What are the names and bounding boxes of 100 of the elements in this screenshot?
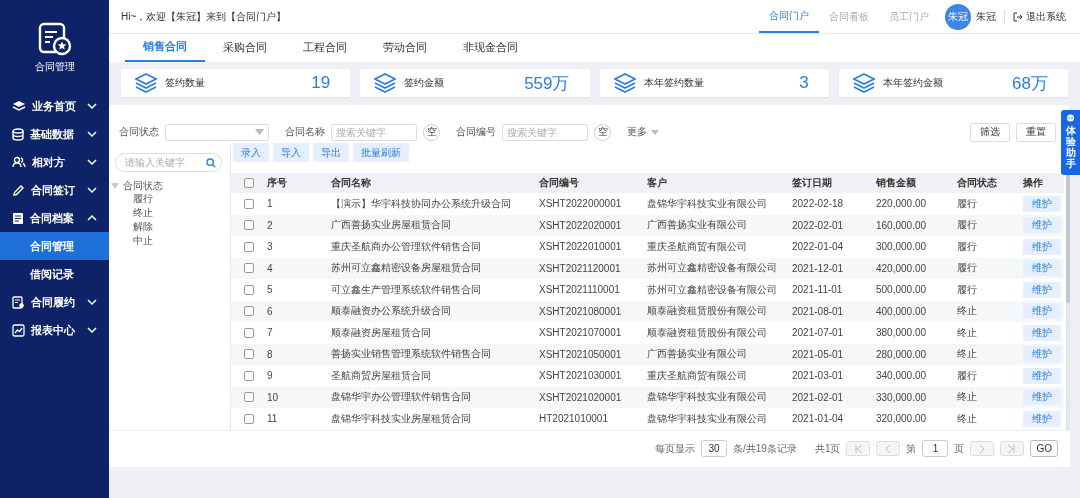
user-avatar: 朱冠 bbox=[945, 3, 971, 30]
skip-start-icon bbox=[853, 443, 864, 454]
tree-node[interactable]: 解除 bbox=[133, 220, 230, 234]
tree-node[interactable]: 终止 bbox=[133, 206, 230, 220]
table-cell-text: 4 bbox=[267, 262, 274, 274]
stat-value: 68万 bbox=[1012, 72, 1048, 95]
submenu-item[interactable]: 合同管理 bbox=[0, 232, 109, 260]
search-field[interactable]: 搜索关键字 bbox=[331, 123, 417, 141]
column-header: 合同名称 bbox=[331, 176, 372, 190]
table-cell-text: 2021-02-01 bbox=[792, 391, 845, 403]
menu-icon bbox=[12, 295, 25, 309]
row-checkbox[interactable] bbox=[244, 370, 254, 381]
row-checkbox[interactable] bbox=[244, 349, 254, 360]
select-all-checkbox[interactable] bbox=[244, 178, 254, 188]
table-cell-text: 顺泰融资办公系统升级合同 bbox=[331, 304, 452, 319]
menu-item[interactable]: 合同履约 bbox=[0, 288, 109, 316]
toolbar-button[interactable]: 录入 bbox=[233, 143, 269, 162]
maintain-button[interactable]: 维护 bbox=[1023, 346, 1061, 363]
maintain-button[interactable]: 维护 bbox=[1023, 324, 1061, 341]
menu-icon bbox=[12, 127, 24, 141]
row-checkbox[interactable] bbox=[244, 327, 254, 338]
clear-button[interactable]: 空 bbox=[423, 123, 440, 141]
column-header: 操作 bbox=[1023, 176, 1044, 190]
app-title: 合同管理 bbox=[34, 60, 75, 74]
maintain-button[interactable]: 维护 bbox=[1023, 281, 1061, 298]
table-cell-text: 苏州可立鑫精密设备有限公司 bbox=[647, 282, 778, 297]
contract-tab[interactable]: 劳动合同 bbox=[365, 34, 445, 62]
row-checkbox[interactable] bbox=[244, 220, 254, 231]
table-cell-text: 履行 bbox=[957, 282, 978, 297]
toolbar-button[interactable]: 导出 bbox=[313, 143, 349, 162]
table-cell-text: 220,000.00 bbox=[876, 198, 928, 210]
contract-tab[interactable]: 采购合同 bbox=[205, 34, 285, 62]
table-cell-text: XSHT2021110001 bbox=[539, 284, 621, 296]
page-number-field[interactable]: 1 bbox=[922, 440, 949, 457]
table-cell-text: 苏州可立鑫精密设备房屋租赁合同 bbox=[331, 261, 482, 276]
row-checkbox[interactable] bbox=[244, 392, 254, 403]
page-size-field[interactable]: 30 bbox=[700, 440, 727, 457]
table-cell-text: 终止 bbox=[957, 325, 978, 340]
contract-tab[interactable]: 工程合同 bbox=[285, 34, 365, 62]
user-name: 朱冠 bbox=[976, 9, 1005, 24]
dropdown-icon bbox=[651, 129, 659, 135]
menu-item[interactable]: 业务首页 bbox=[0, 92, 109, 120]
table-cell-text: 2022-01-04 bbox=[792, 241, 845, 253]
submenu-item[interactable]: 借阅记录 bbox=[0, 260, 109, 288]
maintain-button[interactable]: 维护 bbox=[1023, 195, 1061, 212]
table-cell-text: 300,000.00 bbox=[876, 241, 928, 253]
logout-link[interactable]: 退出系统 bbox=[1013, 9, 1066, 24]
table-cell-text: 1 bbox=[267, 198, 274, 210]
row-checkbox[interactable] bbox=[244, 263, 254, 274]
column-header: 序号 bbox=[267, 176, 288, 190]
maintain-button[interactable]: 维护 bbox=[1023, 367, 1061, 384]
menu-item[interactable]: 报表中心 bbox=[0, 316, 109, 344]
table-cell-text: 3 bbox=[267, 241, 274, 253]
page-count: 共1页 bbox=[814, 441, 841, 456]
table-cell-text: 善扬实业销售管理系统软件销售合同 bbox=[331, 347, 492, 362]
row-checkbox[interactable] bbox=[244, 284, 254, 295]
menu-item[interactable]: 合同签订 bbox=[0, 176, 109, 204]
row-checkbox[interactable] bbox=[244, 198, 254, 209]
contract-tab[interactable]: 非现金合同 bbox=[445, 34, 536, 62]
toolbar-button[interactable]: 批量刷新 bbox=[353, 143, 409, 162]
go-button[interactable]: GO bbox=[1030, 440, 1058, 457]
maintain-button[interactable]: 维护 bbox=[1023, 238, 1061, 255]
scrollbar-thumb[interactable] bbox=[1066, 173, 1070, 303]
expand-icon bbox=[87, 185, 97, 195]
row-checkbox[interactable] bbox=[244, 413, 254, 424]
tree-node[interactable]: 中止 bbox=[133, 234, 230, 248]
more-dropdown[interactable]: 更多 bbox=[627, 125, 659, 139]
tree-node[interactable]: 合同状态 bbox=[123, 178, 163, 193]
table-cell-text: 2 bbox=[267, 219, 274, 231]
row-checkbox[interactable] bbox=[244, 241, 254, 252]
maintain-button[interactable]: 维护 bbox=[1023, 303, 1061, 320]
search-icon[interactable] bbox=[206, 157, 216, 168]
table-cell-text: 重庆圣航商办公管理软件销售合同 bbox=[331, 239, 482, 254]
menu-item[interactable]: 基础数据 bbox=[0, 120, 109, 148]
table-cell-text: 顺泰融资房屋租赁合同 bbox=[331, 325, 432, 340]
tree-node[interactable]: 履行 bbox=[133, 192, 230, 206]
tree-search-field[interactable]: 请输入关键字 bbox=[115, 153, 222, 172]
table-cell-text: 280,000.00 bbox=[876, 348, 928, 360]
assistant-tab[interactable]: 体验助手 bbox=[1061, 110, 1080, 175]
expand-icon bbox=[87, 325, 97, 335]
table-cell-text: 顺泰融资租赁股份有限公司 bbox=[647, 325, 768, 340]
table-cell-text: XSHT2022020001 bbox=[539, 219, 623, 231]
tree-toggle-icon[interactable] bbox=[111, 182, 119, 189]
table-cell-text: 广西善扬实业有限公司 bbox=[647, 218, 748, 233]
maintain-button[interactable]: 维护 bbox=[1023, 410, 1061, 427]
table-cell-text: 2021-03-01 bbox=[792, 370, 845, 382]
clear-button[interactable]: 空 bbox=[594, 123, 611, 141]
reset-button[interactable]: 重置 bbox=[1016, 122, 1056, 142]
layers-icon bbox=[613, 73, 636, 93]
table-cell-text: 履行 bbox=[957, 261, 978, 276]
maintain-button[interactable]: 维护 bbox=[1023, 389, 1061, 406]
table-cell-text: HT2021010001 bbox=[539, 413, 609, 425]
menu-item[interactable]: 相对方 bbox=[0, 148, 109, 176]
maintain-button[interactable]: 维护 bbox=[1023, 260, 1061, 277]
menu-item[interactable]: 合同档案 bbox=[0, 204, 109, 232]
filter-button[interactable]: 筛选 bbox=[970, 122, 1010, 142]
maintain-button[interactable]: 维护 bbox=[1023, 217, 1061, 234]
toolbar-button[interactable]: 导入 bbox=[273, 143, 309, 162]
search-field[interactable]: 搜索关键字 bbox=[502, 123, 588, 141]
row-checkbox[interactable] bbox=[244, 306, 254, 317]
